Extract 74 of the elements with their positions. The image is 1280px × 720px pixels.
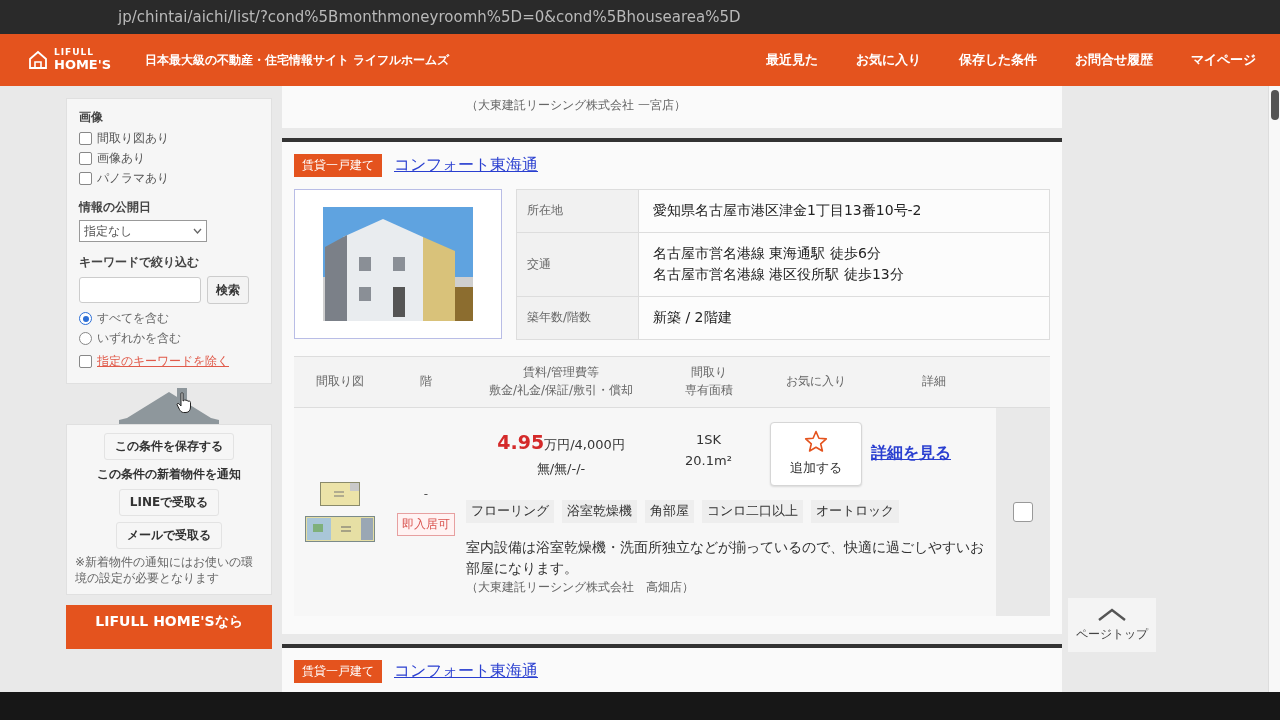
search-button[interactable]: 検索 (207, 276, 249, 304)
property-type-badge: 賃貸一戸建て (294, 154, 382, 177)
column-header: 詳細 (920, 373, 947, 391)
add-favorite-button[interactable]: 追加する (770, 421, 862, 486)
date-select[interactable]: 指定なし (79, 220, 207, 242)
detail-link[interactable]: 詳細を見る (871, 443, 951, 465)
scrollbar-thumb[interactable] (1271, 90, 1279, 120)
notify-note: ※新着物件の通知にはお使いの環境の設定が必要となります (75, 555, 255, 587)
company-text: （大東建託リーシング株式会社 高畑店） (466, 578, 695, 596)
option-label[interactable]: 画像あり (97, 150, 145, 167)
detail-label: 交通 (517, 232, 639, 298)
deposit-text: 無/無/-/- (536, 461, 586, 477)
area-text: 20.1m² (685, 452, 732, 468)
column-header: 階 (419, 373, 433, 391)
checkbox[interactable] (79, 152, 92, 165)
checkbox[interactable] (79, 172, 92, 185)
exclude-keyword-link[interactable]: 指定のキーワードを除く (97, 353, 229, 370)
hand-cursor-icon (176, 392, 192, 414)
photo-placeholder[interactable] (323, 207, 473, 321)
checkbox[interactable] (79, 355, 92, 368)
checkbox[interactable] (79, 132, 92, 145)
option-label[interactable]: すべてを含む (97, 310, 169, 327)
nav-link[interactable]: お気に入り (856, 51, 921, 69)
rent-fee-text: 万円/4,000円 (544, 436, 625, 452)
column-header: 賃料/管理費等 敷金/礼金/保証/敷引・償却 (487, 364, 635, 399)
filter-title: 画像 (79, 109, 104, 126)
page-top-button[interactable]: ページトップ (1068, 598, 1156, 652)
property-name-link[interactable]: コンフォート東海通 (394, 660, 538, 682)
house-icon (119, 388, 219, 424)
detail-label: 築年数/階数 (517, 297, 639, 339)
nav-link[interactable]: 保存した条件 (959, 51, 1037, 69)
nav-link[interactable]: お問合せ履歴 (1075, 51, 1153, 69)
feature-tag: フローリング (466, 499, 554, 523)
nav-link[interactable]: 最近見た (766, 51, 818, 69)
notify-title: この条件の新着物件を通知 (97, 466, 241, 483)
company-text: （大東建託リーシング株式会社 一宮店） (466, 98, 686, 112)
radio-button[interactable] (79, 332, 92, 345)
feature-tag: オートロック (811, 499, 899, 523)
notify-button[interactable]: LINEで受取る (118, 489, 220, 516)
floor-text: - (423, 487, 429, 502)
move-in-badge: 即入居可 (397, 513, 455, 537)
logo-text: LIFULL (54, 48, 95, 58)
filter-title: キーワードで絞り込む (79, 254, 200, 271)
nav-link[interactable]: マイページ (1191, 51, 1256, 69)
promo-button[interactable]: LIFULL HOME'Sなら (66, 605, 272, 650)
option-label[interactable]: 間取り図あり (97, 130, 169, 147)
filter-title: 情報の公開日 (79, 199, 152, 216)
column-header: 間取り 専有面積 (683, 364, 734, 399)
layout-text: 1SK (695, 431, 722, 447)
site-tagline: 日本最大級の不動産・住宅情報サイト ライフルホームズ (145, 51, 450, 69)
rent-amount: 4.95 (497, 430, 545, 453)
property-name-link[interactable]: コンフォート東海通 (394, 155, 538, 176)
feature-tag: 浴室乾燥機 (562, 499, 637, 523)
save-condition-button[interactable]: この条件を保存する (104, 433, 234, 460)
caret-up-icon (1097, 607, 1127, 622)
feature-tag: 角部屋 (645, 499, 694, 523)
floor-plan-thumbnail[interactable] (305, 515, 375, 542)
column-header: お気に入り (785, 373, 847, 391)
radio-button[interactable] (79, 312, 92, 325)
caret-down-icon (193, 228, 202, 234)
column-header: 間取り図 (315, 373, 365, 391)
option-label[interactable]: パノラマあり (97, 170, 169, 187)
option-label[interactable]: いずれかを含む (97, 330, 181, 347)
property-type-badge: 賃貸一戸建て (294, 659, 382, 683)
floor-plan-thumbnail[interactable] (320, 481, 360, 506)
description-text: 室内設備は浴室乾燥機・洗面所独立などが揃っているので、快適に過ごしやすいお部屋になります。 (466, 537, 985, 578)
scrollbar-track[interactable] (1268, 86, 1280, 692)
keyword-input[interactable] (79, 277, 201, 303)
house-logo-icon (28, 50, 48, 70)
checkbox[interactable] (1013, 501, 1033, 522)
detail-label: 所在地 (517, 190, 639, 233)
logo-text: HOME'S (54, 57, 112, 72)
feature-tag: コンロ二口以上 (702, 499, 803, 523)
notify-button[interactable]: メールで受取る (116, 522, 222, 549)
